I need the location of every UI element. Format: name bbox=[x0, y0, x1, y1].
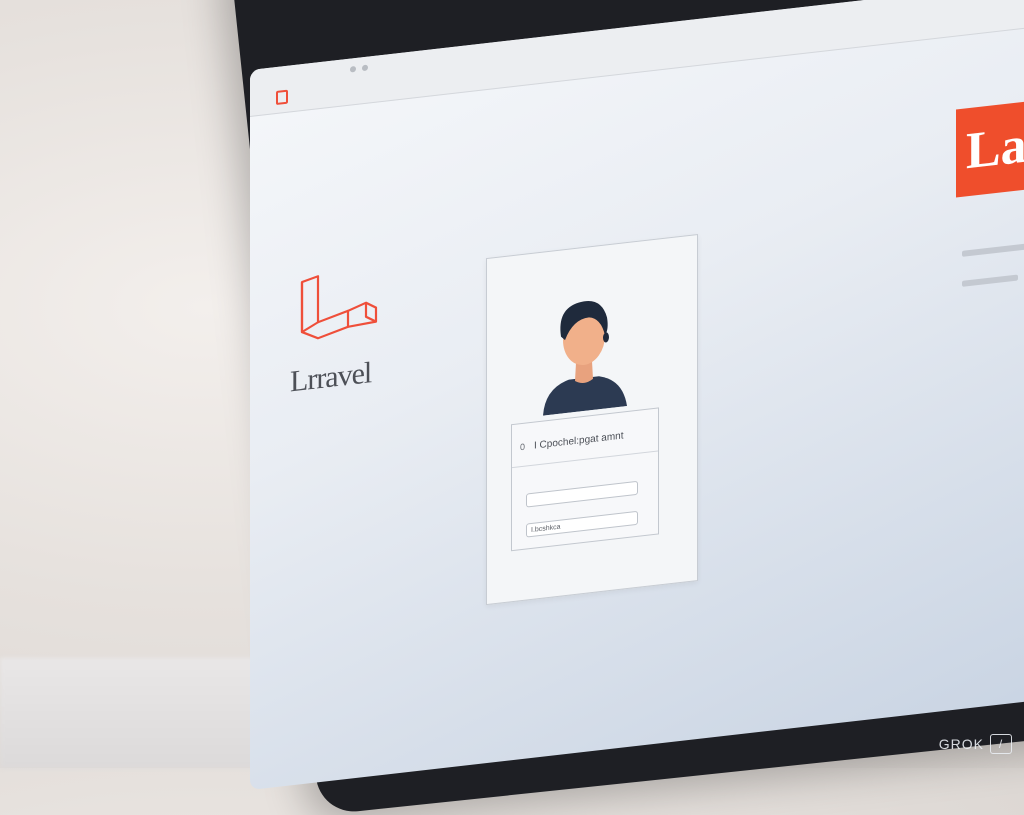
toolbar-dot-icon[interactable] bbox=[362, 64, 368, 72]
login-card: 0 I Cpochel:pgat amnt bbox=[486, 233, 698, 606]
form-title: I Cpochel:pgat amnt bbox=[534, 430, 624, 452]
password-field[interactable] bbox=[526, 510, 638, 538]
text-placeholder-line bbox=[962, 274, 1018, 287]
form-header: 0 I Cpochel:pgat amnt bbox=[512, 408, 658, 469]
desk-surface bbox=[0, 658, 260, 768]
slash-icon: / bbox=[990, 734, 1012, 754]
login-form: 0 I Cpochel:pgat amnt bbox=[511, 407, 659, 552]
watermark-text: GROK bbox=[938, 736, 984, 752]
text-placeholder-line bbox=[962, 242, 1024, 257]
email-field[interactable] bbox=[526, 480, 638, 508]
form-header-icon: 0 bbox=[520, 441, 526, 453]
laravel-favicon-icon bbox=[276, 89, 288, 106]
user-avatar-icon bbox=[543, 301, 627, 416]
laravel-logo-icon bbox=[300, 275, 378, 340]
toolbar-dot-icon[interactable] bbox=[350, 65, 356, 73]
brand-name: Lrravel bbox=[290, 356, 372, 399]
grok-watermark: GROK / bbox=[939, 734, 1012, 754]
laptop-screen: Lrravel 0 I Cpochel:pgat amnt Lar bbox=[250, 0, 1024, 790]
brand-banner: Lar bbox=[956, 93, 1024, 198]
